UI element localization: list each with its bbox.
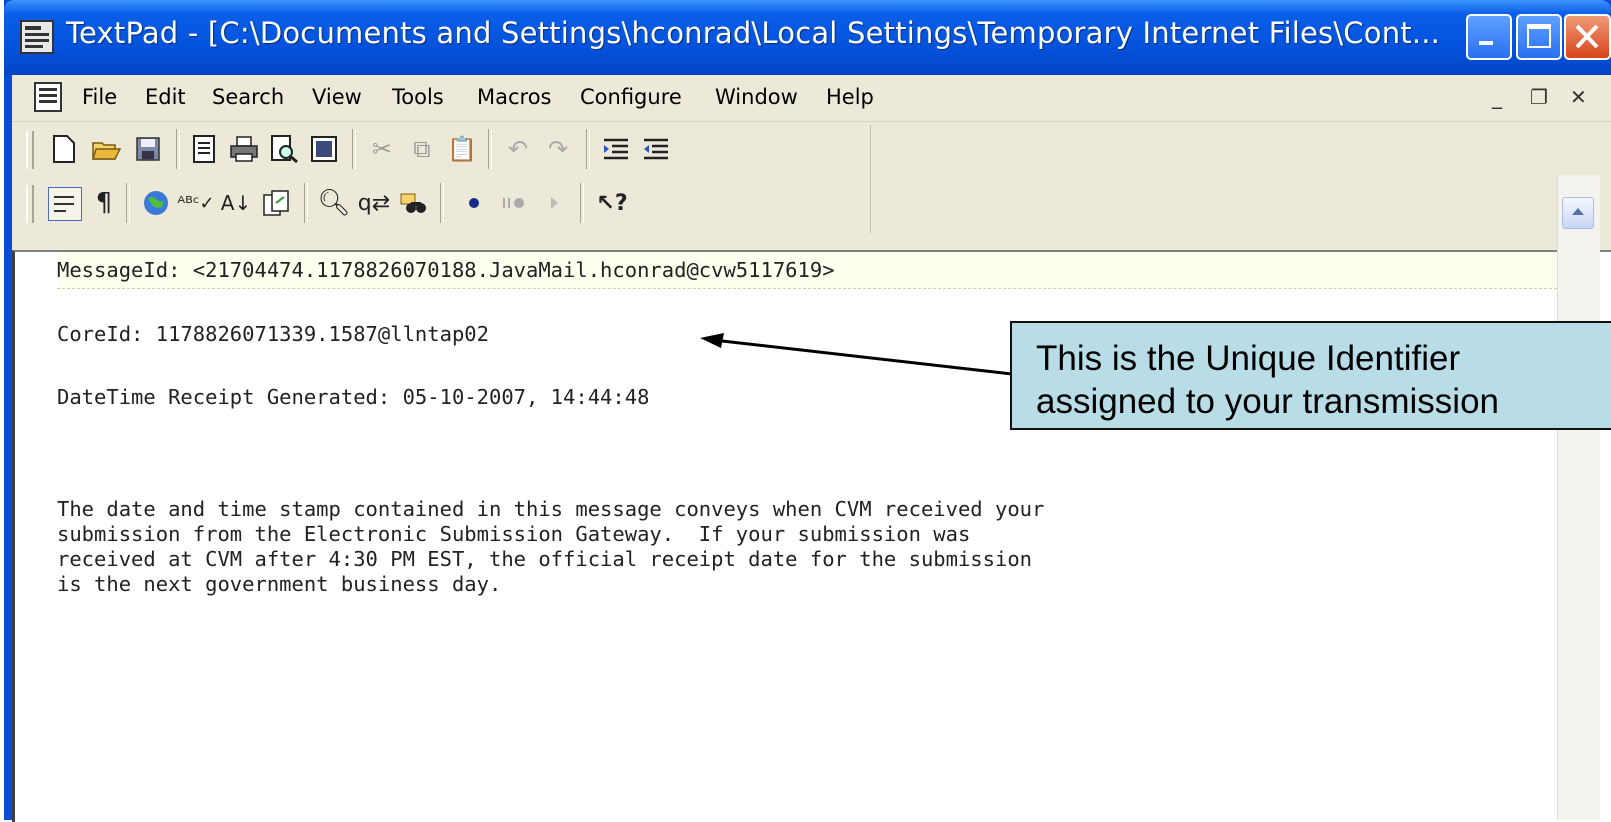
pilcrow-icon[interactable]: ¶ [88,187,120,219]
new-icon[interactable] [48,133,80,165]
paste-icon[interactable]: 📋 [446,133,478,165]
pause-macro-icon[interactable] [498,187,530,219]
minimize-icon [1479,41,1493,45]
editor-line[interactable]: The date and time stamp contained in thi… [57,497,1044,521]
toolbar-separator [126,183,130,223]
title-bar[interactable]: TextPad - [C:\Documents and Settings\hco… [4,0,1611,75]
maximize-button[interactable] [1516,14,1562,60]
editor-line[interactable]: is the next government business day. [57,572,501,596]
toolbar-separator [586,129,590,169]
redo-icon[interactable]: ↷ [542,133,574,165]
close-button[interactable] [1564,14,1611,60]
word-wrap-icon[interactable] [48,187,82,221]
play-macro-icon[interactable] [538,187,570,219]
window-client-area: File Edit Search View Tools Macros Confi… [12,75,1611,822]
editor-line[interactable]: submission from the Electronic Submissio… [57,522,970,546]
toolbar-separator [580,183,584,223]
editor-line[interactable]: DateTime Receipt Generated: 05-10-2007, … [57,385,649,409]
toolbar-empty-area [870,125,1611,233]
editor-line[interactable]: received at CVM after 4:30 PM EST, the o… [57,547,1032,571]
indent-icon[interactable] [600,133,632,165]
toolbar-separator [488,129,492,169]
window-title: TextPad - [C:\Documents and Settings\hco… [66,16,1441,50]
toolbar-grip[interactable] [26,131,34,169]
scroll-up-arrow-icon[interactable] [1562,197,1594,229]
print-icon[interactable] [228,133,260,165]
toolbar-separator [352,129,356,169]
document-system-icon[interactable] [34,82,62,112]
web-icon[interactable] [140,187,172,219]
standard-toolbar: ✂ ⧉ 📋 ↶ ↷ [26,125,876,173]
maximize-icon [1527,24,1551,48]
menu-configure[interactable]: Configure [580,85,682,109]
menu-file[interactable]: File [82,85,117,109]
record-macro-icon[interactable] [458,187,490,219]
vertical-scrollbar[interactable] [1557,175,1600,820]
callout-line-1: This is the Unique Identifier [1036,339,1461,378]
annotation-callout: This is the Unique Identifier assigned t… [1010,321,1611,430]
outdent-icon[interactable] [640,133,672,165]
save-icon[interactable] [132,133,164,165]
menu-help[interactable]: Help [826,85,874,109]
minimize-button[interactable] [1466,14,1512,60]
toolbar-separator [304,183,308,223]
textpad-app-icon [20,20,54,54]
document-properties-icon[interactable] [188,133,220,165]
spell-check-icon[interactable]: ᴬᴮᶜ✓ [177,187,214,219]
editor-line[interactable]: CoreId: 1178826071339.1587@llntap02 [57,322,489,346]
find-in-files-icon[interactable] [398,187,430,219]
document-close-icon[interactable]: ✕ [1570,85,1587,109]
menu-tools[interactable]: Tools [392,85,444,109]
menu-window[interactable]: Window [715,85,798,109]
callout-line-2: assigned to your transmission [1036,382,1499,421]
callout-text: This is the Unique Identifier assigned t… [1036,337,1499,423]
compare-icon[interactable] [260,187,292,219]
toolbar-grip[interactable] [26,185,34,223]
copy-icon[interactable]: ⧉ [406,133,438,165]
menu-search[interactable]: Search [212,85,284,109]
close-icon [1575,24,1599,49]
print-preview-icon[interactable] [268,133,300,165]
find-icon[interactable]: 🔍︎ [318,187,351,219]
view-icon[interactable] [308,133,340,165]
line-underline [57,288,1577,289]
sort-icon[interactable]: A↓ [220,187,252,219]
help-pointer-icon[interactable]: ↖? [596,187,628,219]
cut-icon[interactable]: ✂ [366,133,398,165]
document-restore-icon[interactable]: ❐ [1530,85,1548,109]
toolbar-separator [176,129,180,169]
document-minimize-icon[interactable]: _ [1492,85,1502,109]
toolbar-separator [440,183,444,223]
menu-macros[interactable]: Macros [477,85,552,109]
undo-icon[interactable]: ↶ [502,133,534,165]
open-icon[interactable] [90,133,122,165]
editor-line[interactable]: MessageId: <21704474.1178826070188.JavaM… [57,258,835,282]
menu-edit[interactable]: Edit [145,85,186,109]
replace-icon[interactable]: q⇄ [358,187,390,219]
tools-toolbar: ¶ ᴬᴮᶜ✓ A↓ 🔍︎ q⇄ ↖? [26,179,876,227]
menu-bar: File Edit Search View Tools Macros Confi… [12,75,1611,122]
menu-view[interactable]: View [312,85,362,109]
